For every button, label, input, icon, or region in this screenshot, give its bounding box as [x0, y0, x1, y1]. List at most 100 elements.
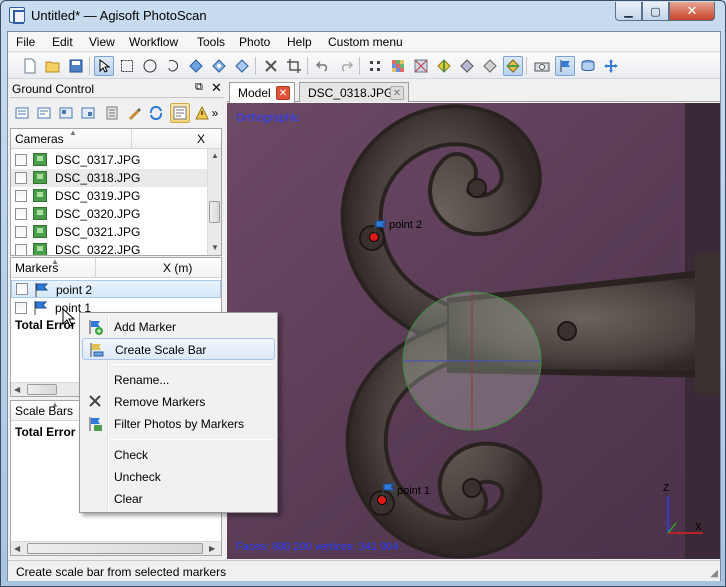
- marker-label-point-2: point 2: [389, 219, 423, 231]
- update-icon[interactable]: [146, 103, 166, 123]
- brush-icon[interactable]: [124, 103, 144, 123]
- navigation-icon[interactable]: [601, 56, 621, 76]
- export-reference-icon[interactable]: [78, 103, 98, 123]
- scroll-down-icon[interactable]: ▼: [211, 243, 219, 252]
- menu-edit[interactable]: Edit: [52, 35, 73, 49]
- maximize-button[interactable]: ▢: [642, 2, 669, 21]
- menu-file[interactable]: File: [16, 35, 35, 49]
- menu-create-scale-bar-label: Create Scale Bar: [115, 343, 207, 357]
- size-grip-icon[interactable]: ◢: [710, 568, 718, 579]
- camera-row[interactable]: DSC_0321.JPG: [11, 223, 207, 241]
- rectangle-select-icon[interactable]: [117, 56, 137, 76]
- save-icon[interactable]: [66, 56, 86, 76]
- scale-object-icon[interactable]: [232, 56, 252, 76]
- toolbar-separator: [526, 57, 527, 75]
- menu-add-marker[interactable]: Add Marker: [82, 316, 275, 338]
- scroll-thumb[interactable]: [27, 384, 57, 395]
- solid-icon[interactable]: [457, 56, 477, 76]
- camera-row[interactable]: DSC_0317.JPG: [11, 151, 207, 169]
- dense-cloud-icon[interactable]: [388, 56, 408, 76]
- menu-tools[interactable]: Tools: [197, 35, 225, 49]
- float-panel-icon[interactable]: ⧉: [195, 81, 203, 94]
- camera-row[interactable]: DSC_0318.JPG: [11, 169, 207, 187]
- camera-checkbox[interactable]: [15, 190, 27, 202]
- scale-bars-horizontal-scrollbar[interactable]: ◀ ▶: [11, 541, 221, 555]
- shaded-model-icon[interactable]: [503, 56, 523, 76]
- solid-shaded-icon[interactable]: [434, 56, 454, 76]
- rotate-object-icon[interactable]: [186, 56, 206, 76]
- camera-row[interactable]: DSC_0319.JPG: [11, 187, 207, 205]
- view-source-icon[interactable]: [170, 103, 190, 123]
- import-markers-icon[interactable]: [12, 103, 32, 123]
- camera-checkbox[interactable]: [15, 172, 27, 184]
- markers-column-header[interactable]: Markers: [15, 261, 58, 275]
- projection-label: Orthographic: [236, 112, 300, 124]
- photoscan-app-icon[interactable]: [9, 7, 25, 24]
- camera-row[interactable]: DSC_0320.JPG: [11, 205, 207, 223]
- marker-row[interactable]: point 2: [11, 280, 221, 298]
- scroll-left-icon[interactable]: ◀: [14, 544, 20, 553]
- tab-photo[interactable]: DSC_0318.JPG ✕: [299, 82, 409, 102]
- textured-icon[interactable]: [480, 56, 500, 76]
- cameras-x-column-header[interactable]: X: [197, 132, 205, 146]
- camera-checkbox[interactable]: [15, 154, 27, 166]
- close-tab-icon[interactable]: ✕: [276, 86, 290, 100]
- close-window-button[interactable]: ✕: [669, 2, 715, 21]
- calculator-icon[interactable]: [102, 103, 122, 123]
- wireframe-icon[interactable]: [411, 56, 431, 76]
- open-folder-icon[interactable]: [43, 56, 63, 76]
- scale-bars-column-header[interactable]: Scale Bars: [15, 404, 73, 418]
- free-select-icon[interactable]: [163, 56, 183, 76]
- region-icon[interactable]: [578, 56, 598, 76]
- menu-clear[interactable]: Clear: [82, 488, 275, 510]
- title-bar[interactable]: Untitled* — Agisoft PhotoScan ▁ ▢ ✕: [1, 1, 725, 31]
- export-markers-icon[interactable]: [34, 103, 54, 123]
- more-tools-icon[interactable]: »: [208, 103, 222, 123]
- menu-custom[interactable]: Custom menu: [328, 35, 403, 49]
- menu-view[interactable]: View: [89, 35, 115, 49]
- menu-uncheck[interactable]: Uncheck: [82, 466, 275, 488]
- tab-model[interactable]: Model ✕: [229, 82, 295, 103]
- camera-row[interactable]: DSC_0322.JPG: [11, 241, 207, 255]
- menu-remove-markers[interactable]: Remove Markers: [82, 391, 275, 413]
- crop-icon[interactable]: [284, 56, 304, 76]
- point-cloud-icon[interactable]: [365, 56, 385, 76]
- circle-select-icon[interactable]: [140, 56, 160, 76]
- menu-filter-photos[interactable]: Filter Photos by Markers: [82, 413, 275, 435]
- camera-icon[interactable]: [532, 56, 552, 76]
- minimize-button[interactable]: ▁: [615, 2, 642, 21]
- close-panel-icon[interactable]: ✕: [211, 80, 222, 96]
- menu-photo[interactable]: Photo: [239, 35, 270, 49]
- marker-checkbox[interactable]: [15, 302, 27, 314]
- scroll-right-icon[interactable]: ▶: [209, 544, 215, 553]
- menu-workflow[interactable]: Workflow: [129, 35, 178, 49]
- mesh-stats-label: Faces: 680 200 vertices: 341 904: [236, 541, 399, 553]
- model-viewport[interactable]: Orthographic point 2 point 1 Z X Faces: …: [227, 103, 720, 559]
- undo-icon[interactable]: [313, 56, 333, 76]
- import-reference-icon[interactable]: [56, 103, 76, 123]
- scroll-thumb[interactable]: [209, 201, 220, 223]
- close-tab-icon[interactable]: ✕: [390, 86, 404, 100]
- markers-x-column-header[interactable]: X (m): [163, 261, 192, 275]
- menu-bar: File Edit View Workflow Tools Photo Help…: [8, 32, 720, 52]
- hinge-model-render[interactable]: [227, 103, 720, 559]
- camera-checkbox[interactable]: [15, 208, 27, 220]
- redo-icon[interactable]: [336, 56, 356, 76]
- markers-view-icon[interactable]: [555, 56, 575, 76]
- scroll-up-icon[interactable]: ▲: [211, 151, 219, 160]
- menu-help[interactable]: Help: [287, 35, 312, 49]
- move-object-icon[interactable]: [209, 56, 229, 76]
- scroll-thumb[interactable]: [27, 543, 203, 554]
- new-document-icon[interactable]: [20, 56, 40, 76]
- marker-checkbox[interactable]: [16, 283, 28, 295]
- menu-rename[interactable]: Rename...: [82, 369, 275, 391]
- menu-create-scale-bar[interactable]: Create Scale Bar: [82, 338, 275, 360]
- menu-check[interactable]: Check: [82, 444, 275, 466]
- cameras-column-header[interactable]: Cameras: [15, 132, 64, 146]
- cameras-vertical-scrollbar[interactable]: ▲ ▼: [207, 149, 221, 255]
- camera-checkbox[interactable]: [15, 226, 27, 238]
- scroll-left-icon[interactable]: ◀: [14, 385, 20, 394]
- camera-checkbox[interactable]: [15, 244, 27, 255]
- delete-icon[interactable]: [261, 56, 281, 76]
- select-arrow-icon[interactable]: [94, 56, 114, 76]
